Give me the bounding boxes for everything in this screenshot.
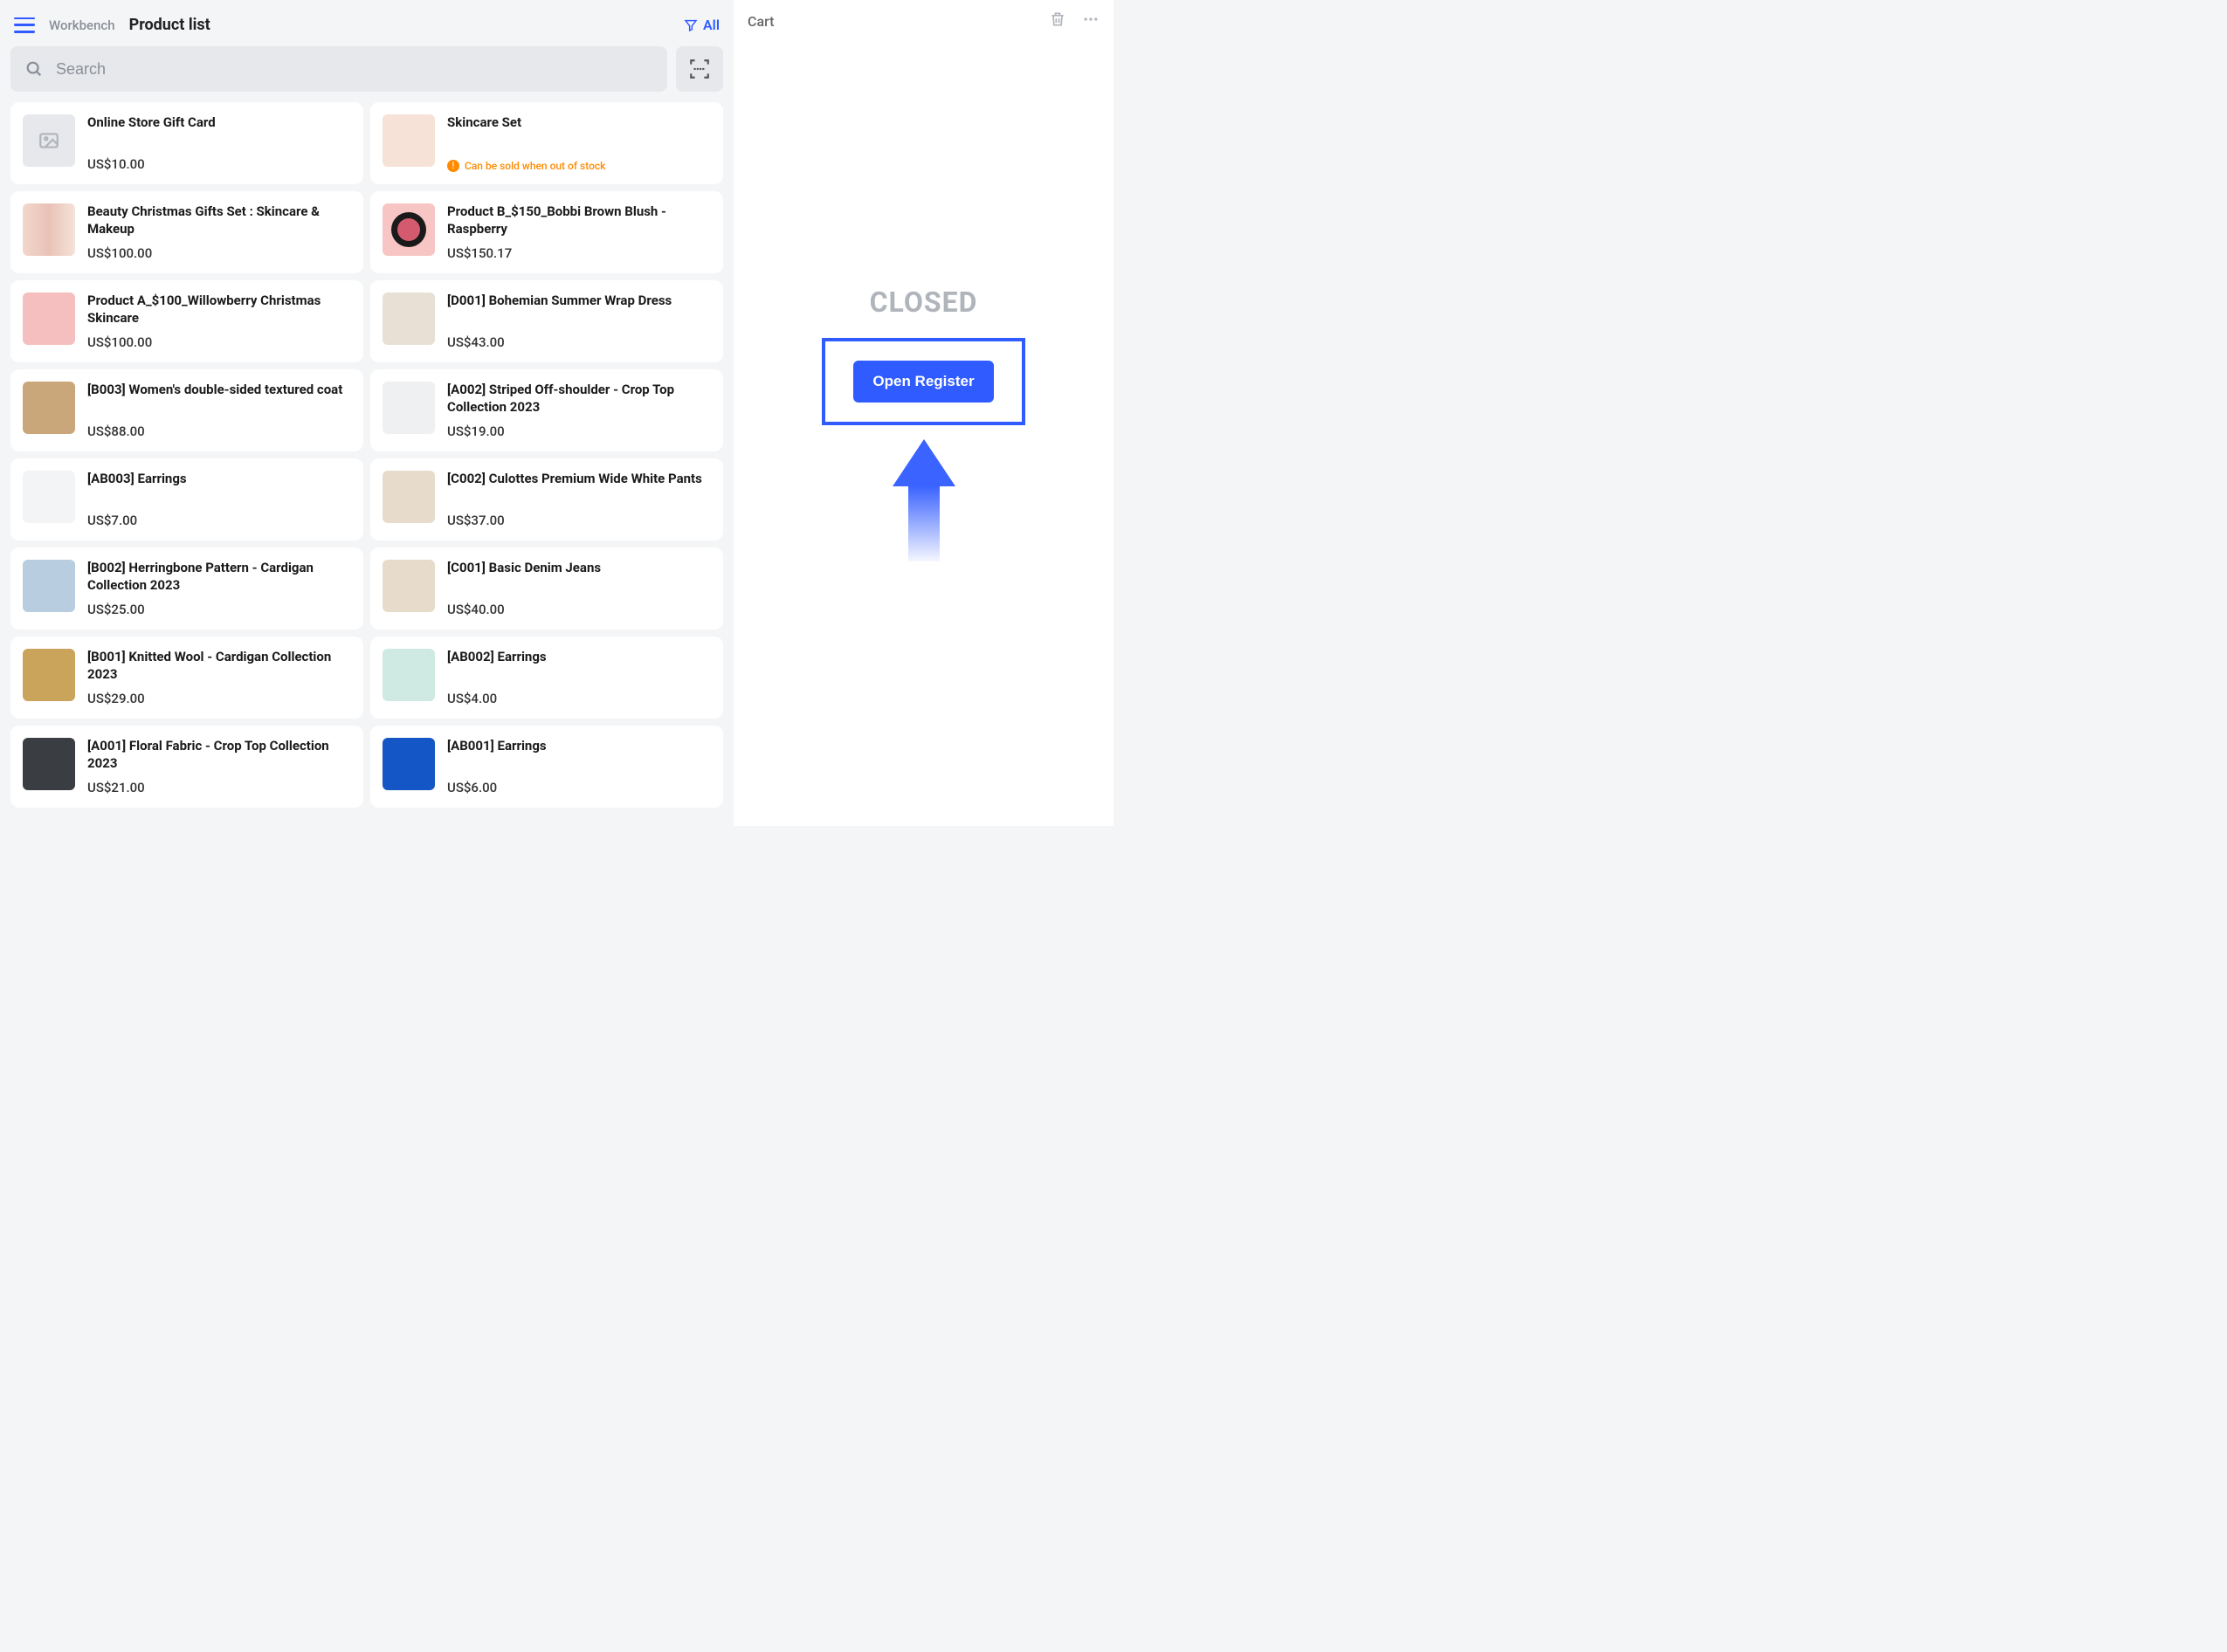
- product-card[interactable]: [AB001] Earrings US$6.00: [370, 726, 723, 808]
- product-thumbnail: [23, 738, 75, 790]
- product-price: US$6.00: [447, 780, 547, 795]
- product-card[interactable]: Beauty Christmas Gifts Set : Skincare & …: [10, 191, 363, 273]
- product-price: US$88.00: [87, 423, 342, 439]
- product-price: US$37.00: [447, 513, 702, 528]
- barcode-scan-button[interactable]: [676, 46, 723, 92]
- arrow-up-indicator: [893, 439, 955, 561]
- product-card[interactable]: [C001] Basic Denim Jeans US$40.00: [370, 547, 723, 630]
- product-price: US$43.00: [447, 334, 672, 350]
- product-card[interactable]: Skincare Set! Can be sold when out of sto…: [370, 102, 723, 184]
- product-thumbnail: [23, 471, 75, 523]
- product-thumbnail: [383, 560, 435, 612]
- product-price: US$100.00: [87, 245, 351, 261]
- warning-icon: !: [447, 160, 459, 172]
- product-price: US$29.00: [87, 691, 351, 706]
- product-price: US$25.00: [87, 602, 351, 617]
- funnel-icon: [684, 18, 698, 32]
- product-name: [AB001] Earrings: [447, 738, 547, 755]
- product-name: Product B_$150_Bobbi Brown Blush - Raspb…: [447, 203, 711, 237]
- product-card[interactable]: [B001] Knitted Wool - Cardigan Collectio…: [10, 637, 363, 719]
- product-thumbnail: [383, 738, 435, 790]
- product-card[interactable]: [A001] Floral Fabric - Crop Top Collecti…: [10, 726, 363, 808]
- product-grid: Online Store Gift Card US$10.00 Skincare S…: [10, 102, 723, 808]
- product-thumbnail: [383, 382, 435, 434]
- register-status: CLOSED: [870, 286, 978, 319]
- dots-icon: [1082, 10, 1100, 28]
- product-name: [A002] Striped Off-shoulder - Crop Top C…: [447, 382, 711, 416]
- product-thumbnail: [23, 293, 75, 345]
- product-name: Online Store Gift Card: [87, 114, 216, 132]
- search-icon: [24, 59, 44, 79]
- product-name: [B003] Women's double-sided textured coa…: [87, 382, 342, 399]
- product-thumbnail: [23, 649, 75, 701]
- product-card[interactable]: Online Store Gift Card US$10.00: [10, 102, 363, 184]
- cart-pane: Cart CLOSED Open Register: [734, 0, 1114, 826]
- product-price: US$100.00: [87, 334, 351, 350]
- product-thumbnail: [23, 560, 75, 612]
- cart-title: Cart: [748, 13, 774, 30]
- warning-text: Can be sold when out of stock: [465, 160, 605, 172]
- product-name: Skincare Set: [447, 114, 605, 132]
- filter-all-button[interactable]: All: [684, 17, 720, 33]
- product-thumbnail: [383, 114, 435, 167]
- open-register-button[interactable]: Open Register: [853, 361, 993, 403]
- product-name: [A001] Floral Fabric - Crop Top Collecti…: [87, 738, 351, 772]
- filter-label: All: [703, 17, 720, 33]
- product-card[interactable]: [AB002] Earrings US$4.00: [370, 637, 723, 719]
- product-price: US$7.00: [87, 513, 187, 528]
- out-of-stock-warning: ! Can be sold when out of stock: [447, 160, 605, 172]
- product-thumbnail: [383, 471, 435, 523]
- menu-icon[interactable]: [14, 17, 35, 33]
- product-name: [C001] Basic Denim Jeans: [447, 560, 601, 577]
- product-name: [D001] Bohemian Summer Wrap Dress: [447, 293, 672, 310]
- product-thumbnail: [23, 382, 75, 434]
- product-name: [B002] Herringbone Pattern - Cardigan Co…: [87, 560, 351, 594]
- product-card[interactable]: [AB003] Earrings US$7.00: [10, 458, 363, 540]
- product-card[interactable]: [D001] Bohemian Summer Wrap Dress US$43.0…: [370, 280, 723, 362]
- product-name: [AB003] Earrings: [87, 471, 187, 488]
- search-box[interactable]: [10, 46, 667, 92]
- product-thumbnail: [383, 203, 435, 256]
- product-name: [B001] Knitted Wool - Cardigan Collectio…: [87, 649, 351, 683]
- open-register-highlight: Open Register: [822, 338, 1024, 425]
- product-price: US$4.00: [447, 691, 547, 706]
- product-price: US$19.00: [447, 423, 711, 439]
- product-card[interactable]: [C002] Culottes Premium Wide White Pants…: [370, 458, 723, 540]
- product-list-pane: Workbench Product list All: [0, 0, 734, 826]
- product-name: [C002] Culottes Premium Wide White Pants: [447, 471, 702, 488]
- product-name: Beauty Christmas Gifts Set : Skincare & …: [87, 203, 351, 237]
- product-name: [AB002] Earrings: [447, 649, 547, 666]
- product-card[interactable]: [B002] Herringbone Pattern - Cardigan Co…: [10, 547, 363, 630]
- product-thumbnail: [23, 114, 75, 167]
- more-menu-button[interactable]: [1082, 10, 1100, 31]
- product-card[interactable]: Product B_$150_Bobbi Brown Blush - Raspb…: [370, 191, 723, 273]
- product-price: US$10.00: [87, 156, 216, 172]
- product-price: US$21.00: [87, 780, 351, 795]
- product-card[interactable]: Product A_$100_Willowberry Christmas Ski…: [10, 280, 363, 362]
- product-name: Product A_$100_Willowberry Christmas Ski…: [87, 293, 351, 327]
- search-input[interactable]: [56, 60, 653, 79]
- page-title: Product list: [129, 16, 210, 34]
- product-thumbnail: [383, 293, 435, 345]
- product-thumbnail: [383, 649, 435, 701]
- product-price: US$40.00: [447, 602, 601, 617]
- topbar: Workbench Product list All: [10, 10, 723, 46]
- product-price: US$150.17: [447, 245, 711, 261]
- product-thumbnail: [23, 203, 75, 256]
- image-placeholder-icon: [38, 129, 60, 152]
- product-card[interactable]: [B003] Women's double-sided textured coa…: [10, 369, 363, 451]
- delete-cart-button[interactable]: [1049, 10, 1066, 31]
- trash-icon: [1049, 10, 1066, 28]
- barcode-icon: [688, 58, 711, 80]
- product-card[interactable]: [A002] Striped Off-shoulder - Crop Top C…: [370, 369, 723, 451]
- breadcrumb[interactable]: Workbench: [49, 17, 115, 33]
